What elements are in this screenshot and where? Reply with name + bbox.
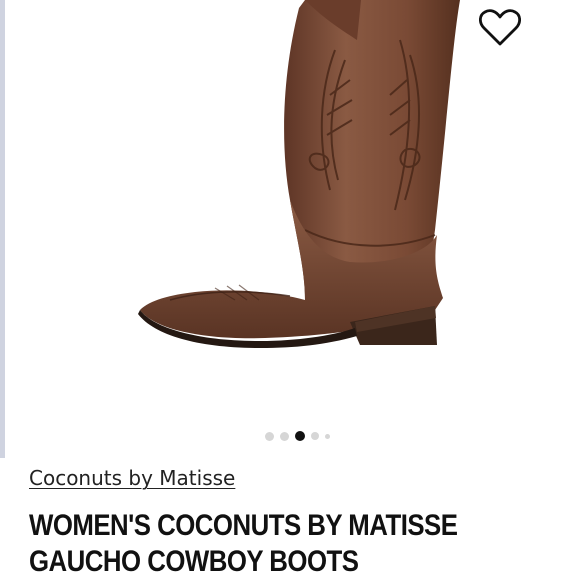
- wishlist-button[interactable]: [474, 6, 526, 50]
- carousel-dot[interactable]: [265, 431, 274, 441]
- product-title-line-1: WOMEN'S COCONUTS BY MATISSE: [29, 509, 458, 542]
- carousel-dot[interactable]: [325, 433, 330, 439]
- carousel-dot[interactable]: [311, 432, 319, 440]
- cowboy-boot-image: [138, 0, 460, 348]
- carousel-dot[interactable]: [280, 431, 289, 441]
- carousel-dot-active[interactable]: [295, 431, 305, 441]
- product-page: Coconuts by Matisse WOMEN'S COCONUTS BY …: [0, 0, 580, 580]
- product-title: WOMEN'S COCONUTS BY MATISSE GAUCHO COWBO…: [29, 508, 493, 580]
- product-image-carousel[interactable]: [5, 0, 580, 450]
- heart-outline-icon: [479, 9, 521, 46]
- brand-link[interactable]: Coconuts by Matisse: [29, 466, 235, 490]
- product-title-line-2: GAUCHO COWBOY BOOTS: [29, 545, 359, 578]
- carousel-dots: [265, 430, 330, 442]
